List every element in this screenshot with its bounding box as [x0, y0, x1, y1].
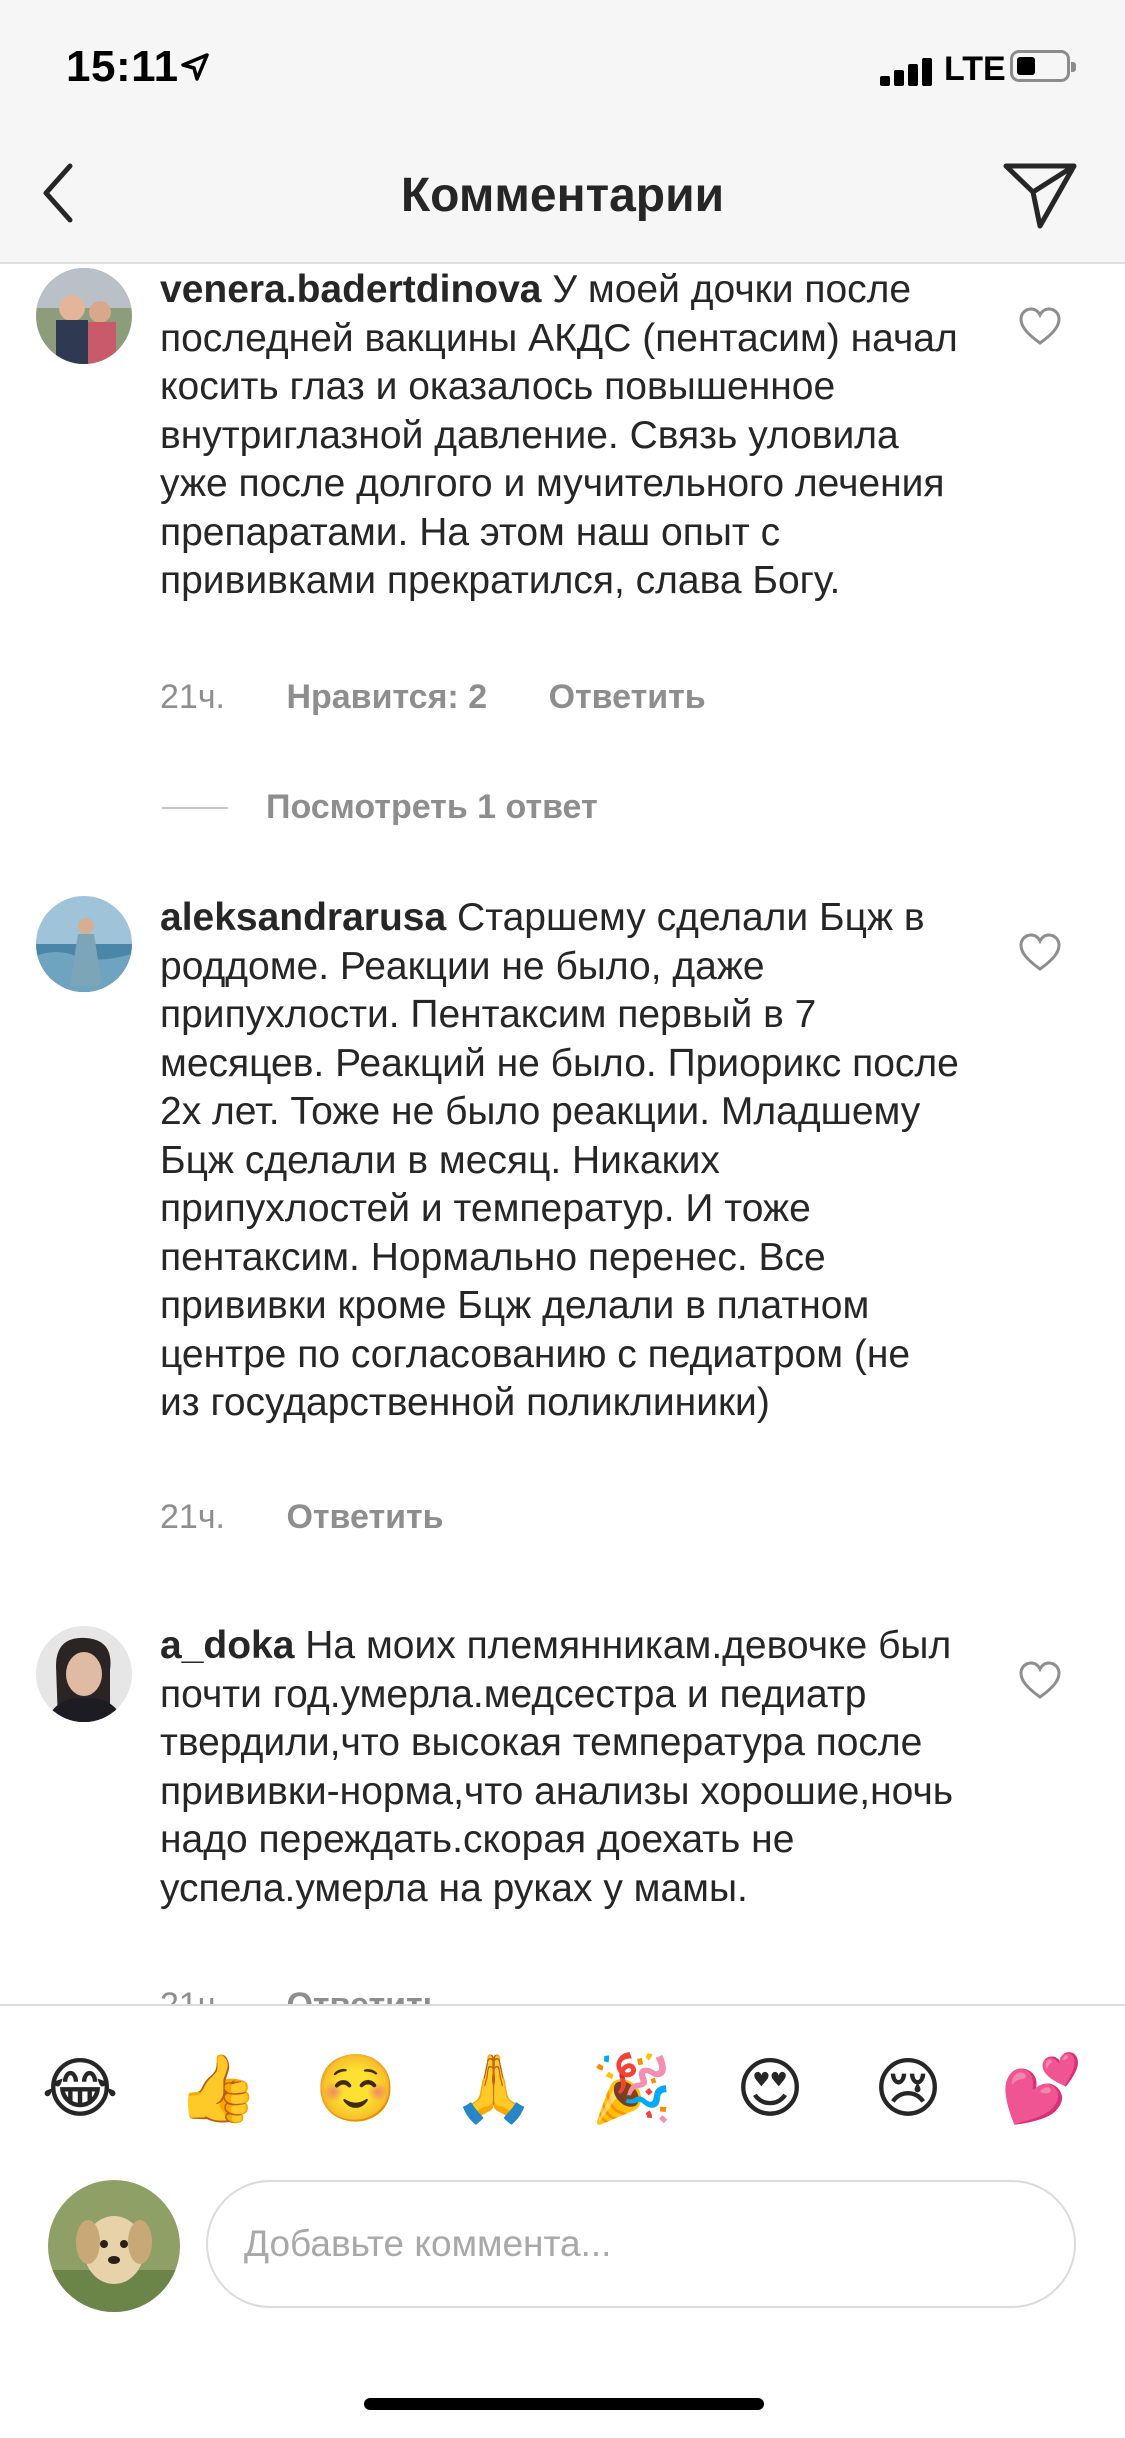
comment-username[interactable]: a_doka — [160, 1624, 294, 1667]
view-replies-label: Посмотреть 1 ответ — [266, 788, 598, 826]
view-replies-button[interactable]: Посмотреть 1 ответ — [162, 788, 598, 827]
comment-body: Старшему сделали Бцж в роддоме. Реакции … — [160, 896, 959, 1424]
avatar[interactable] — [36, 268, 132, 364]
heart-icon[interactable] — [1018, 932, 1062, 972]
comment-body: У моей дочки после последней вакцины АКД… — [160, 268, 958, 602]
comment-meta: 21ч. Ответить — [160, 1498, 444, 1537]
emoji-joy-button[interactable]: 😂 — [38, 2046, 122, 2130]
emoji-bar: 😂 👍 ☺️ 🙏 🎉 😍 😢 💕 — [0, 2046, 1125, 2130]
paper-plane-icon[interactable] — [1000, 158, 1080, 232]
emoji-cry-button[interactable]: 😢 — [866, 2046, 950, 2130]
heart-icon[interactable] — [1018, 306, 1062, 346]
top-bar: 15:11 LTE Комментарии — [0, 0, 1125, 264]
emoji-two-hearts-button[interactable]: 💕 — [1000, 2046, 1084, 2130]
emoji-heart-eyes-button[interactable]: 😍 — [728, 2046, 812, 2130]
home-indicator[interactable] — [364, 2398, 764, 2410]
comment-text: aleksandrarusa Старшему сделали Бцж в ро… — [160, 894, 960, 1428]
comment-text: venera.badertdinova У моей дочки после п… — [160, 266, 960, 606]
network-type: LTE — [944, 50, 1006, 88]
current-user-avatar — [48, 2180, 180, 2312]
battery-icon — [1010, 50, 1076, 82]
comment-username[interactable]: venera.badertdinova — [160, 268, 541, 311]
reply-button[interactable]: Ответить — [286, 1498, 443, 1537]
status-time: 15:11 — [66, 42, 179, 91]
location-arrow-icon — [181, 53, 209, 81]
comment-time: 21ч. — [160, 678, 225, 716]
emoji-thumbs-up-button[interactable]: 👍 — [176, 2046, 260, 2130]
heart-icon[interactable] — [1018, 1660, 1062, 1700]
emoji-smile-button[interactable]: ☺️ — [314, 2046, 398, 2130]
avatar[interactable] — [36, 896, 132, 992]
avatar[interactable] — [36, 1626, 132, 1722]
comment-meta: 21ч. Нравится: 2 Ответить — [160, 678, 706, 717]
comment-input[interactable]: Добавьте коммента... — [206, 2180, 1076, 2308]
likes-count[interactable]: Нравится: 2 — [286, 678, 487, 717]
comment-text: a_doka На моих племянникам.девочке был п… — [160, 1622, 960, 1913]
divider — [162, 806, 228, 809]
reply-button[interactable]: Ответить — [549, 678, 706, 717]
emoji-pray-button[interactable]: 🙏 — [452, 2046, 536, 2130]
emoji-party-button[interactable]: 🎉 — [590, 2046, 674, 2130]
comment-time: 21ч. — [160, 1498, 225, 1536]
page-title: Комментарии — [400, 169, 725, 222]
signal-icon — [880, 56, 940, 86]
comment-username[interactable]: aleksandrarusa — [160, 896, 446, 939]
